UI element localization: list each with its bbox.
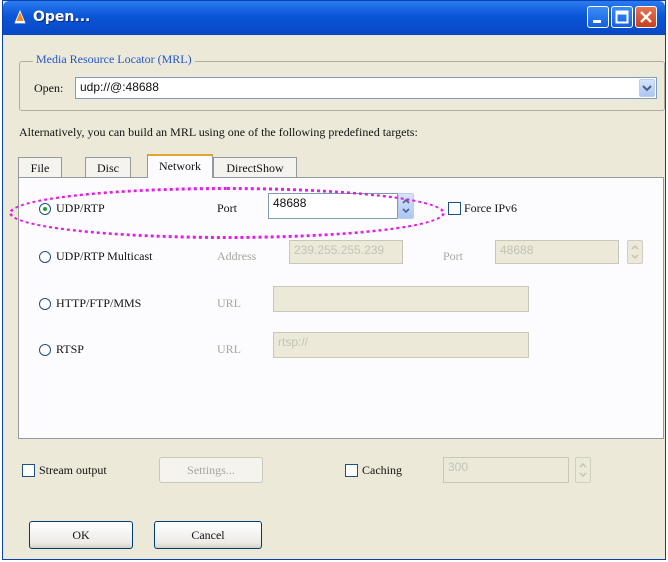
caching-checkbox[interactable] bbox=[345, 464, 358, 477]
udp-port-input[interactable]: 48688 bbox=[268, 193, 398, 219]
mrl-open-value: udp://@:48688 bbox=[80, 80, 159, 94]
multicast-address-input[interactable]: 239.255.255.239 bbox=[289, 240, 403, 264]
radio-selected-dot bbox=[43, 207, 47, 211]
tab-disc-label: Disc bbox=[97, 161, 119, 175]
spinner-arrows-icon bbox=[402, 198, 410, 214]
stream-output-checkbox[interactable] bbox=[22, 464, 35, 477]
tab-file[interactable]: File bbox=[18, 157, 62, 178]
multicast-address-label: Address bbox=[217, 249, 257, 263]
minimize-icon bbox=[593, 20, 601, 23]
udp-multicast-label: UDP/RTP Multicast bbox=[56, 249, 153, 263]
udp-port-spinner[interactable] bbox=[398, 193, 414, 219]
predefined-targets-hint: Alternatively, you can build an MRL usin… bbox=[19, 125, 418, 139]
settings-button-label: Settings... bbox=[187, 463, 235, 477]
tab-file-label: File bbox=[30, 161, 50, 175]
close-button[interactable] bbox=[635, 6, 657, 28]
udp-rtp-radio[interactable] bbox=[39, 203, 51, 215]
settings-button[interactable]: Settings... bbox=[159, 457, 263, 483]
ok-button[interactable]: OK bbox=[29, 521, 133, 549]
close-icon bbox=[640, 11, 652, 23]
udp-multicast-radio[interactable] bbox=[39, 251, 51, 263]
mrl-group-label: Media Resource Locator (MRL) bbox=[33, 52, 195, 67]
vlc-cone-icon bbox=[14, 10, 26, 24]
caching-value: 300 bbox=[448, 460, 469, 474]
cancel-button-label: Cancel bbox=[191, 528, 225, 542]
rtsp-url-label: URL bbox=[217, 342, 241, 356]
caching-label: Caching bbox=[362, 463, 402, 477]
chevron-down-icon bbox=[642, 85, 652, 92]
open-dialog: Open... Media Resource Locator (MRL) Ope… bbox=[2, 0, 666, 560]
mrl-dropdown-button[interactable] bbox=[639, 79, 655, 97]
tab-directshow[interactable]: DirectShow bbox=[213, 157, 297, 178]
window-title: Open... bbox=[33, 9, 91, 25]
maximize-icon bbox=[615, 10, 629, 24]
rtsp-label: RTSP bbox=[56, 342, 84, 356]
maximize-button[interactable] bbox=[611, 6, 633, 28]
tab-network[interactable]: Network bbox=[147, 154, 213, 178]
http-ftp-mms-label: HTTP/FTP/MMS bbox=[56, 296, 142, 310]
mrl-open-combobox[interactable]: udp://@:48688 bbox=[75, 77, 657, 99]
udp-rtp-label: UDP/RTP bbox=[56, 201, 105, 215]
multicast-port-input[interactable]: 48688 bbox=[495, 240, 619, 264]
spinner-arrows-icon bbox=[579, 462, 587, 478]
rtsp-url-input[interactable]: rtsp:// bbox=[273, 332, 529, 358]
http-ftp-mms-radio[interactable] bbox=[39, 298, 51, 310]
http-url-label: URL bbox=[217, 296, 241, 310]
caching-input[interactable]: 300 bbox=[443, 457, 569, 483]
tab-network-label: Network bbox=[159, 159, 201, 173]
force-ipv6-checkbox[interactable] bbox=[448, 202, 461, 215]
rtsp-url-value: rtsp:// bbox=[278, 335, 309, 349]
multicast-address-value: 239.255.255.239 bbox=[294, 243, 385, 257]
multicast-port-value: 48688 bbox=[500, 243, 534, 257]
udp-port-label: Port bbox=[217, 201, 238, 215]
title-bar[interactable]: Open... bbox=[3, 1, 665, 35]
cancel-button[interactable]: Cancel bbox=[154, 521, 262, 549]
rtsp-radio[interactable] bbox=[39, 344, 51, 356]
ok-button-label: OK bbox=[72, 528, 90, 542]
udp-port-value: 48688 bbox=[273, 196, 307, 210]
tab-directshow-label: DirectShow bbox=[226, 161, 284, 175]
tab-disc[interactable]: Disc bbox=[85, 157, 131, 178]
multicast-port-spinner[interactable] bbox=[627, 240, 643, 264]
caching-spinner[interactable] bbox=[575, 457, 591, 483]
spinner-arrows-icon bbox=[631, 244, 639, 260]
minimize-button[interactable] bbox=[587, 6, 609, 28]
http-url-input[interactable] bbox=[273, 286, 529, 312]
open-label: Open: bbox=[34, 81, 64, 95]
force-ipv6-label: Force IPv6 bbox=[464, 201, 517, 215]
multicast-port-label: Port bbox=[443, 249, 464, 263]
stream-output-label: Stream output bbox=[39, 463, 107, 477]
